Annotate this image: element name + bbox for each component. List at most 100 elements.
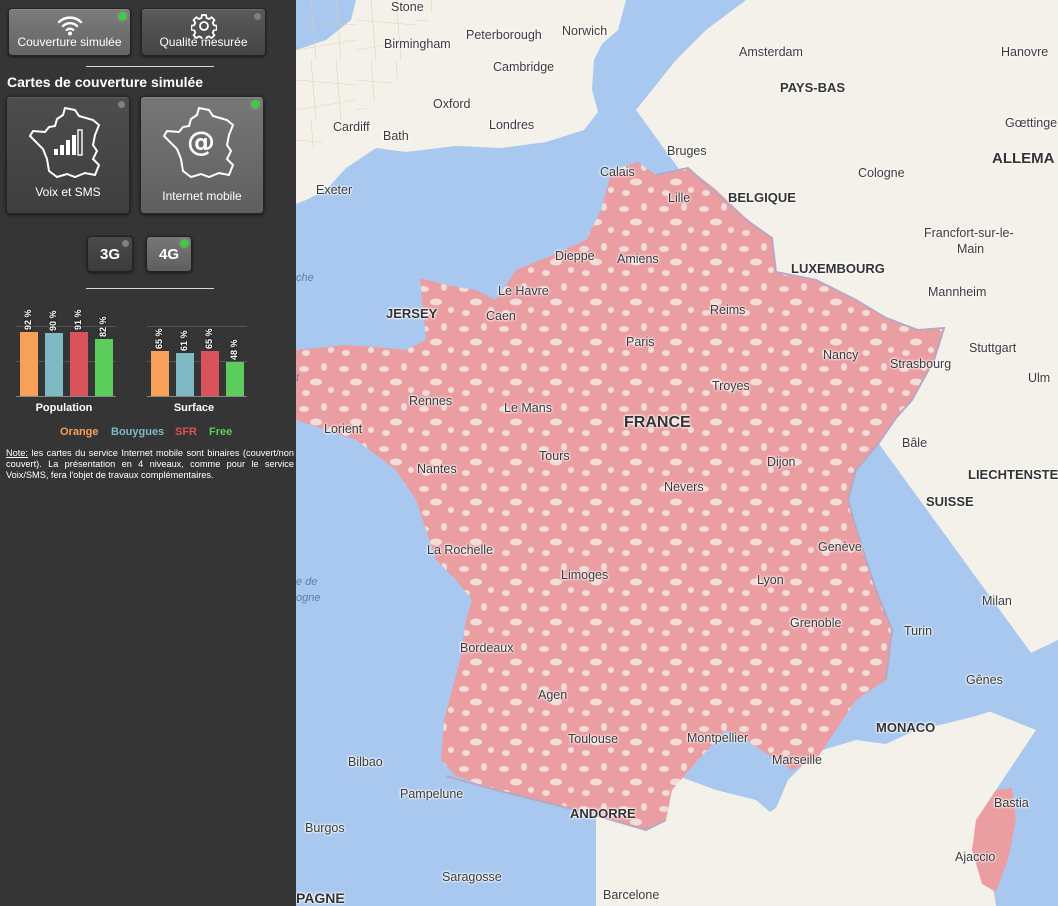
map-type-label: Internet mobile <box>162 189 242 203</box>
place-label: Reims <box>710 303 746 317</box>
bar-value-label: 82 % <box>98 316 108 337</box>
country-label: PAYS-BAS <box>780 80 846 95</box>
place-label: Paris <box>626 335 655 349</box>
bar-sfr-surface <box>201 350 219 396</box>
divider <box>86 288 214 289</box>
place-label: Rennes <box>409 394 453 408</box>
divider <box>86 66 214 67</box>
bar-free-population <box>95 338 113 396</box>
place-label: Oxford <box>433 97 471 111</box>
place-label: Cologne <box>858 166 905 180</box>
bar-value-label: 48 % <box>229 339 239 361</box>
place-label: Gœttingen <box>1005 116 1058 130</box>
map-type-internet-mobile-button[interactable]: @ Internet mobile <box>140 96 264 214</box>
bar-bouygues-population <box>45 333 63 396</box>
place-label: Gênes <box>966 673 1003 687</box>
active-indicator <box>181 240 188 247</box>
place-label: Strasbourg <box>890 357 952 371</box>
place-label: Main <box>957 242 985 256</box>
place-label: Dijon <box>767 455 796 469</box>
place-label: Ajaccio <box>955 850 996 864</box>
bar-value-label: 65 % <box>204 327 214 349</box>
bar-bouygues-surface <box>176 353 194 396</box>
bar-orange-population <box>20 331 38 396</box>
place-label: Stone <box>391 0 424 14</box>
place-label: Bastia <box>994 796 1029 810</box>
sea-label: ogne <box>296 592 321 604</box>
tab-couverture-simulee[interactable]: Couverture simulée <box>8 8 131 56</box>
place-label: Stuttgart <box>969 341 1017 355</box>
country-label: PAGNE <box>296 890 345 906</box>
place-label: Exeter <box>316 183 353 197</box>
bar-orange-surface <box>151 350 169 396</box>
place-label: Genève <box>818 540 862 554</box>
place-label: Hanovre <box>1001 45 1049 59</box>
map-type-label: Voix et SMS <box>35 185 101 199</box>
bar-value-label: 92 % <box>23 309 33 330</box>
map-type-voix-sms-button[interactable]: Voix et SMS <box>6 96 130 214</box>
tech-label: 3G <box>99 246 120 263</box>
coverage-map[interactable]: Stone Birmingham Peterborough Norwich Ca… <box>296 0 1058 906</box>
country-label: SUISSE <box>926 494 974 509</box>
legend-orange: Orange <box>60 426 99 438</box>
sea-label: che <box>296 272 314 284</box>
sea-label: t <box>296 372 300 384</box>
sidebar: Couverture simulée Qualité mesurée Carte… <box>0 0 296 906</box>
category-label: Population <box>35 402 93 414</box>
place-label: Bordeaux <box>460 641 514 655</box>
map-canvas[interactable] <box>296 0 1058 906</box>
inactive-indicator <box>254 13 261 20</box>
svg-text:@: @ <box>187 125 215 158</box>
place-label: Cardiff <box>333 120 370 134</box>
place-label: Mannheim <box>928 285 987 299</box>
bar-value-label: 91 % <box>73 309 83 331</box>
tech-3g-button[interactable]: 3G <box>87 236 133 272</box>
active-indicator <box>119 13 126 20</box>
place-label: Agen <box>538 688 568 702</box>
place-label: Birmingham <box>384 37 451 51</box>
bar-value-label: 61 % <box>179 330 189 352</box>
place-label: Norwich <box>562 24 608 38</box>
sea-label: e de <box>296 576 318 588</box>
legend-bouygues: Bouygues <box>111 426 165 438</box>
place-label: Troyes <box>712 379 750 393</box>
chart-gridline <box>147 326 247 327</box>
place-label: Le Havre <box>498 284 549 298</box>
place-label: Dieppe <box>555 249 595 263</box>
place-label: Calais <box>600 165 635 179</box>
country-label: ANDORRE <box>570 806 636 821</box>
place-label: Le Mans <box>504 401 552 415</box>
place-label: Bâle <box>902 436 928 450</box>
tab-qualite-mesuree[interactable]: Qualité mesurée <box>141 8 266 56</box>
note-prefix: Note: <box>6 448 28 458</box>
place-label: Toulouse <box>568 732 619 746</box>
wifi-icon <box>57 16 82 36</box>
place-label: Burgos <box>305 821 345 835</box>
place-label: Tours <box>539 449 570 463</box>
place-label: Bilbao <box>348 755 383 769</box>
legend-sfr: SFR <box>175 426 197 438</box>
country-label: BELGIQUE <box>728 190 796 205</box>
country-label: MONACO <box>876 720 936 735</box>
place-label: Saragosse <box>442 870 502 884</box>
chart-axis <box>147 396 247 397</box>
bar-free-surface <box>226 362 244 396</box>
france-signal-bars-icon <box>28 106 101 179</box>
place-label: Nantes <box>417 462 457 476</box>
country-label: LIECHTENSTEI <box>968 467 1058 482</box>
section-title: Cartes de couverture simulée <box>7 74 204 90</box>
inactive-indicator <box>118 101 125 108</box>
place-label: Nevers <box>664 480 704 494</box>
place-label: Marseille <box>772 753 823 767</box>
place-label: Lyon <box>757 573 784 587</box>
note-text: Note: les cartes du service Internet mob… <box>6 448 294 481</box>
category-label: Surface <box>173 402 215 414</box>
place-label: Amsterdam <box>739 45 803 59</box>
bar-value-label: 90 % <box>48 310 58 331</box>
place-label: Peterborough <box>466 28 542 42</box>
place-label: Caen <box>486 309 516 323</box>
place-label: Lorient <box>324 422 363 436</box>
tab-label: Couverture simulée <box>17 35 122 49</box>
tech-4g-button[interactable]: 4G <box>146 236 192 272</box>
place-label: Londres <box>489 118 535 132</box>
